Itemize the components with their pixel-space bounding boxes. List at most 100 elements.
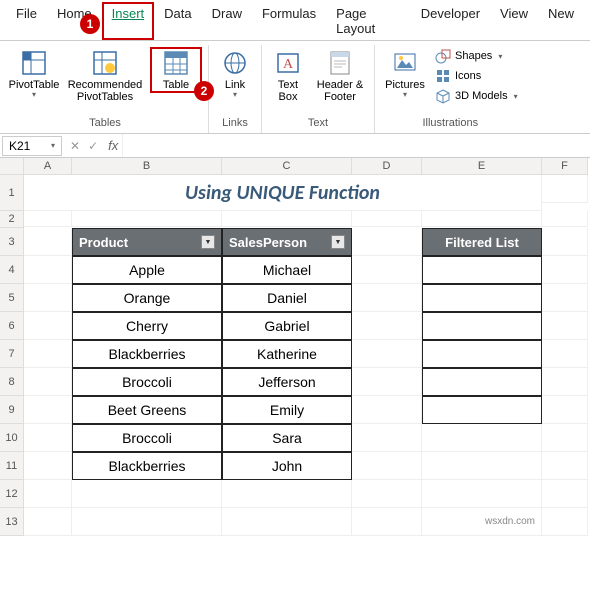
icons-button[interactable]: Icons <box>433 67 520 85</box>
cell[interactable] <box>24 452 72 480</box>
tab-view[interactable]: View <box>490 2 538 40</box>
filtered-cell[interactable] <box>422 396 542 424</box>
row-header[interactable]: 6 <box>0 312 24 340</box>
table-cell[interactable]: Michael <box>222 256 352 284</box>
table-cell[interactable]: Daniel <box>222 284 352 312</box>
cell[interactable] <box>352 396 422 424</box>
row-header[interactable]: 8 <box>0 368 24 396</box>
table-header-salesperson[interactable]: SalesPerson ▼ <box>222 228 352 256</box>
table-cell[interactable]: Apple <box>72 256 222 284</box>
table-button[interactable]: Table 2 <box>150 47 202 93</box>
cancel-icon[interactable]: ✕ <box>70 139 80 153</box>
cell[interactable] <box>542 452 588 480</box>
3dmodels-button[interactable]: 3D Models▾ <box>433 87 520 105</box>
pivottable-button[interactable]: PivotTable ▾ <box>8 47 60 102</box>
link-button[interactable]: Link ▾ <box>215 47 255 102</box>
row-header[interactable]: 10 <box>0 424 24 452</box>
cell[interactable] <box>542 424 588 452</box>
pictures-button[interactable]: Pictures ▾ <box>381 47 429 102</box>
cell[interactable] <box>352 340 422 368</box>
filter-dropdown-icon[interactable]: ▼ <box>201 235 215 249</box>
cell[interactable] <box>352 256 422 284</box>
cell[interactable] <box>24 211 72 227</box>
cell[interactable] <box>352 452 422 480</box>
cell[interactable] <box>24 368 72 396</box>
cell[interactable] <box>542 368 588 396</box>
filtered-cell[interactable] <box>422 368 542 396</box>
row-header[interactable]: 9 <box>0 396 24 424</box>
row-header[interactable]: 13 <box>0 508 24 536</box>
cell[interactable] <box>24 508 72 536</box>
row-header[interactable]: 11 <box>0 452 24 480</box>
cell[interactable] <box>542 396 588 424</box>
col-header[interactable]: C <box>222 158 352 175</box>
cell[interactable] <box>24 256 72 284</box>
tab-file[interactable]: File <box>6 2 47 40</box>
cell[interactable] <box>352 480 422 508</box>
cell[interactable] <box>24 424 72 452</box>
cell[interactable] <box>542 340 588 368</box>
filter-dropdown-icon[interactable]: ▼ <box>331 235 345 249</box>
tab-developer[interactable]: Developer <box>411 2 490 40</box>
select-all-corner[interactable] <box>0 158 24 175</box>
filtered-cell[interactable] <box>422 312 542 340</box>
accept-icon[interactable]: ✓ <box>88 139 98 153</box>
fx-icon[interactable]: fx <box>104 138 122 153</box>
col-header[interactable]: A <box>24 158 72 175</box>
cell[interactable] <box>72 211 222 227</box>
cell[interactable] <box>542 508 588 536</box>
table-cell[interactable]: Sara <box>222 424 352 452</box>
tab-insert[interactable]: Insert <box>102 2 155 40</box>
table-cell[interactable]: Blackberries <box>72 340 222 368</box>
cell[interactable]: wsxdn.com <box>422 508 542 536</box>
cell[interactable] <box>24 312 72 340</box>
table-cell[interactable]: Blackberries <box>72 452 222 480</box>
row-header[interactable]: 5 <box>0 284 24 312</box>
cell[interactable] <box>542 228 588 256</box>
row-header[interactable]: 2 <box>0 211 24 228</box>
cell[interactable] <box>542 312 588 340</box>
cell[interactable] <box>24 340 72 368</box>
cell[interactable] <box>422 480 542 508</box>
table-cell[interactable]: Cherry <box>72 312 222 340</box>
recommended-pivot-button[interactable]: Recommended PivotTables <box>64 47 146 105</box>
cell[interactable] <box>24 480 72 508</box>
col-header[interactable]: F <box>542 158 588 175</box>
table-cell[interactable]: Beet Greens <box>72 396 222 424</box>
cell[interactable] <box>72 480 222 508</box>
cell[interactable] <box>542 256 588 284</box>
name-box[interactable]: K21 ▾ <box>2 136 62 156</box>
col-header[interactable]: D <box>352 158 422 175</box>
cell[interactable] <box>422 424 542 452</box>
table-cell[interactable]: Emily <box>222 396 352 424</box>
table-cell[interactable]: Broccoli <box>72 424 222 452</box>
table-cell[interactable]: Broccoli <box>72 368 222 396</box>
cell[interactable] <box>422 452 542 480</box>
cell[interactable] <box>352 284 422 312</box>
row-header[interactable]: 1 <box>0 175 24 211</box>
cell[interactable] <box>542 211 588 227</box>
cell[interactable] <box>352 368 422 396</box>
tab-formulas[interactable]: Formulas <box>252 2 326 40</box>
cell[interactable] <box>222 211 352 227</box>
cell[interactable] <box>352 424 422 452</box>
cell[interactable] <box>542 175 588 203</box>
textbox-button[interactable]: A Text Box <box>268 47 308 105</box>
table-cell[interactable]: Jefferson <box>222 368 352 396</box>
cell[interactable] <box>352 508 422 536</box>
row-header[interactable]: 3 <box>0 228 24 256</box>
cell[interactable] <box>222 508 352 536</box>
filtered-list-header[interactable]: Filtered List <box>422 228 542 256</box>
shapes-button[interactable]: Shapes▾ <box>433 47 520 65</box>
col-header[interactable]: E <box>422 158 542 175</box>
row-header[interactable]: 7 <box>0 340 24 368</box>
cell[interactable] <box>422 211 542 227</box>
tab-data[interactable]: Data <box>154 2 201 40</box>
cell[interactable] <box>24 284 72 312</box>
cell[interactable] <box>222 480 352 508</box>
tab-draw[interactable]: Draw <box>202 2 252 40</box>
cell[interactable] <box>352 312 422 340</box>
cell[interactable] <box>72 508 222 536</box>
row-header[interactable]: 4 <box>0 256 24 284</box>
cell[interactable] <box>24 228 72 256</box>
